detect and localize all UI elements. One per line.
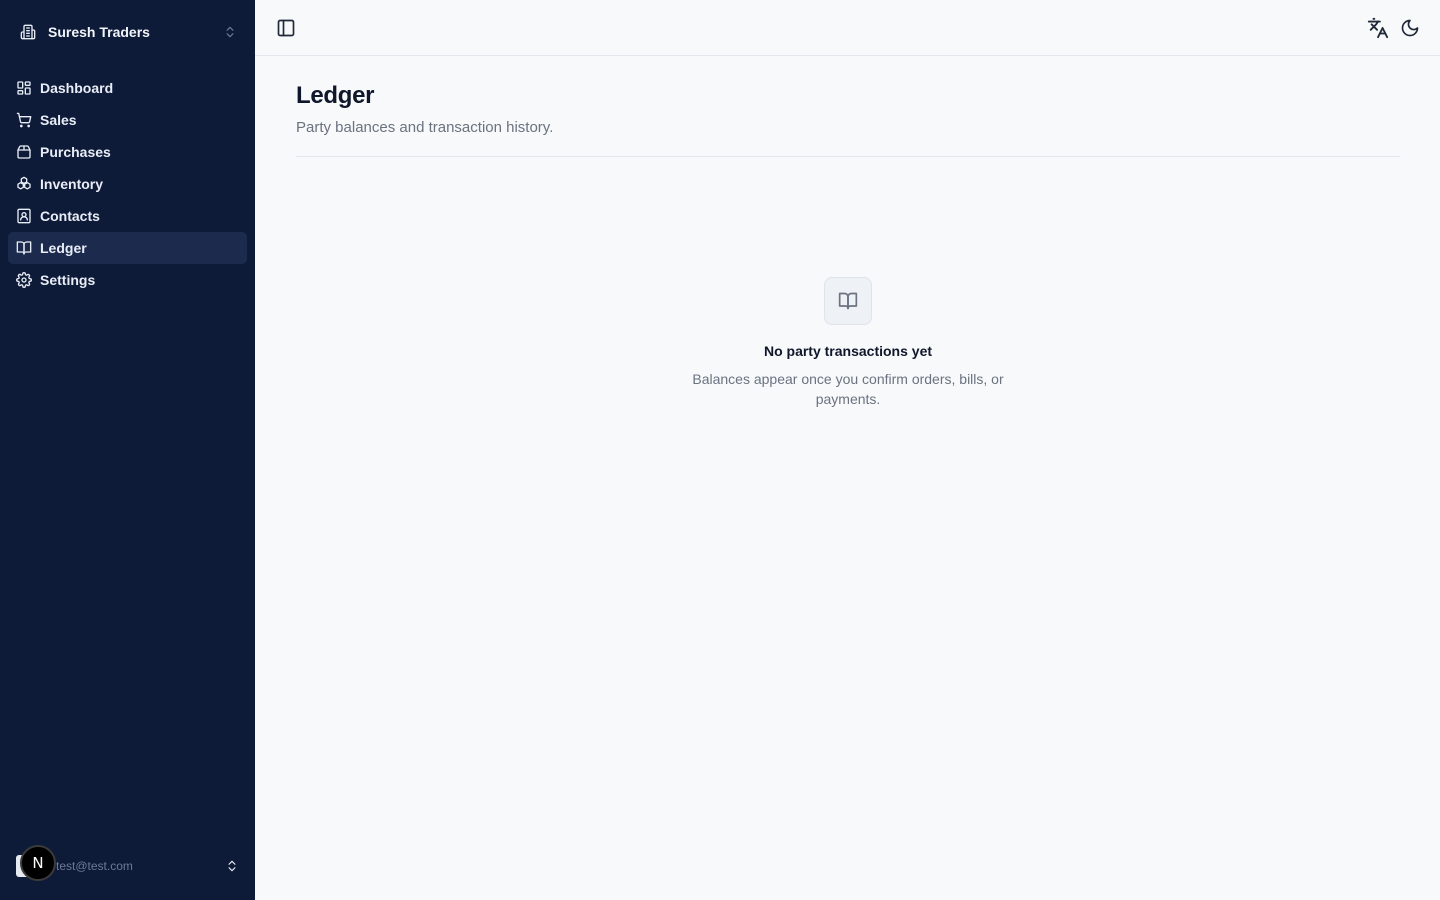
org-switcher[interactable]: Suresh Traders: [8, 14, 247, 50]
chevrons-up-down-icon: [225, 859, 239, 873]
dev-tools-badge[interactable]: N: [20, 845, 56, 881]
sidebar-item-label: Ledger: [40, 240, 87, 256]
contact-card-icon: [16, 208, 32, 224]
divider: [296, 156, 1400, 157]
building-icon: [20, 24, 36, 40]
sidebar-item-label: Sales: [40, 112, 77, 128]
sidebar-toggle-icon[interactable]: [276, 18, 296, 38]
empty-state-icon-box: [824, 277, 872, 325]
sidebar-item-dashboard[interactable]: Dashboard: [8, 72, 247, 104]
dashboard-grid-icon: [16, 80, 32, 96]
book-open-icon: [16, 240, 32, 256]
topbar: [255, 0, 1440, 56]
sidebar-item-label: Contacts: [40, 208, 100, 224]
moon-icon[interactable]: [1400, 18, 1420, 38]
page-subtitle: Party balances and transaction history.: [296, 119, 554, 136]
empty-state-title: No party transactions yet: [763, 343, 933, 359]
sidebar-item-sales[interactable]: Sales: [8, 104, 247, 136]
sidebar-nav: Dashboard Sales Purchases Inventory Cont…: [8, 72, 247, 296]
sidebar-item-ledger[interactable]: Ledger: [8, 232, 247, 264]
empty-state-description: Balances appear once you confirm orders,…: [692, 371, 1004, 407]
page-title: Ledger: [296, 82, 375, 109]
package-icon: [16, 144, 32, 160]
sidebar-item-purchases[interactable]: Purchases: [8, 136, 247, 168]
sidebar-item-label: Inventory: [40, 176, 104, 192]
chevrons-up-down-icon: [223, 25, 237, 39]
sidebar: Suresh Traders Dashboard Sales Purchases: [0, 0, 255, 900]
sidebar-item-label: Purchases: [40, 144, 111, 160]
sidebar-item-settings[interactable]: Settings: [8, 264, 247, 296]
org-name: Suresh Traders: [48, 24, 150, 40]
book-open-icon: [838, 291, 858, 311]
sidebar-item-label: Settings: [40, 272, 96, 288]
translate-icon[interactable]: [1367, 17, 1389, 39]
boxes-icon: [16, 176, 32, 192]
sidebar-item-contacts[interactable]: Contacts: [8, 200, 247, 232]
sidebar-item-inventory[interactable]: Inventory: [8, 168, 247, 200]
dev-badge-letter: N: [32, 854, 44, 872]
user-email: test@test.com: [56, 859, 133, 873]
cart-icon: [16, 112, 32, 128]
sidebar-item-label: Dashboard: [40, 80, 114, 96]
gear-icon: [16, 272, 32, 288]
